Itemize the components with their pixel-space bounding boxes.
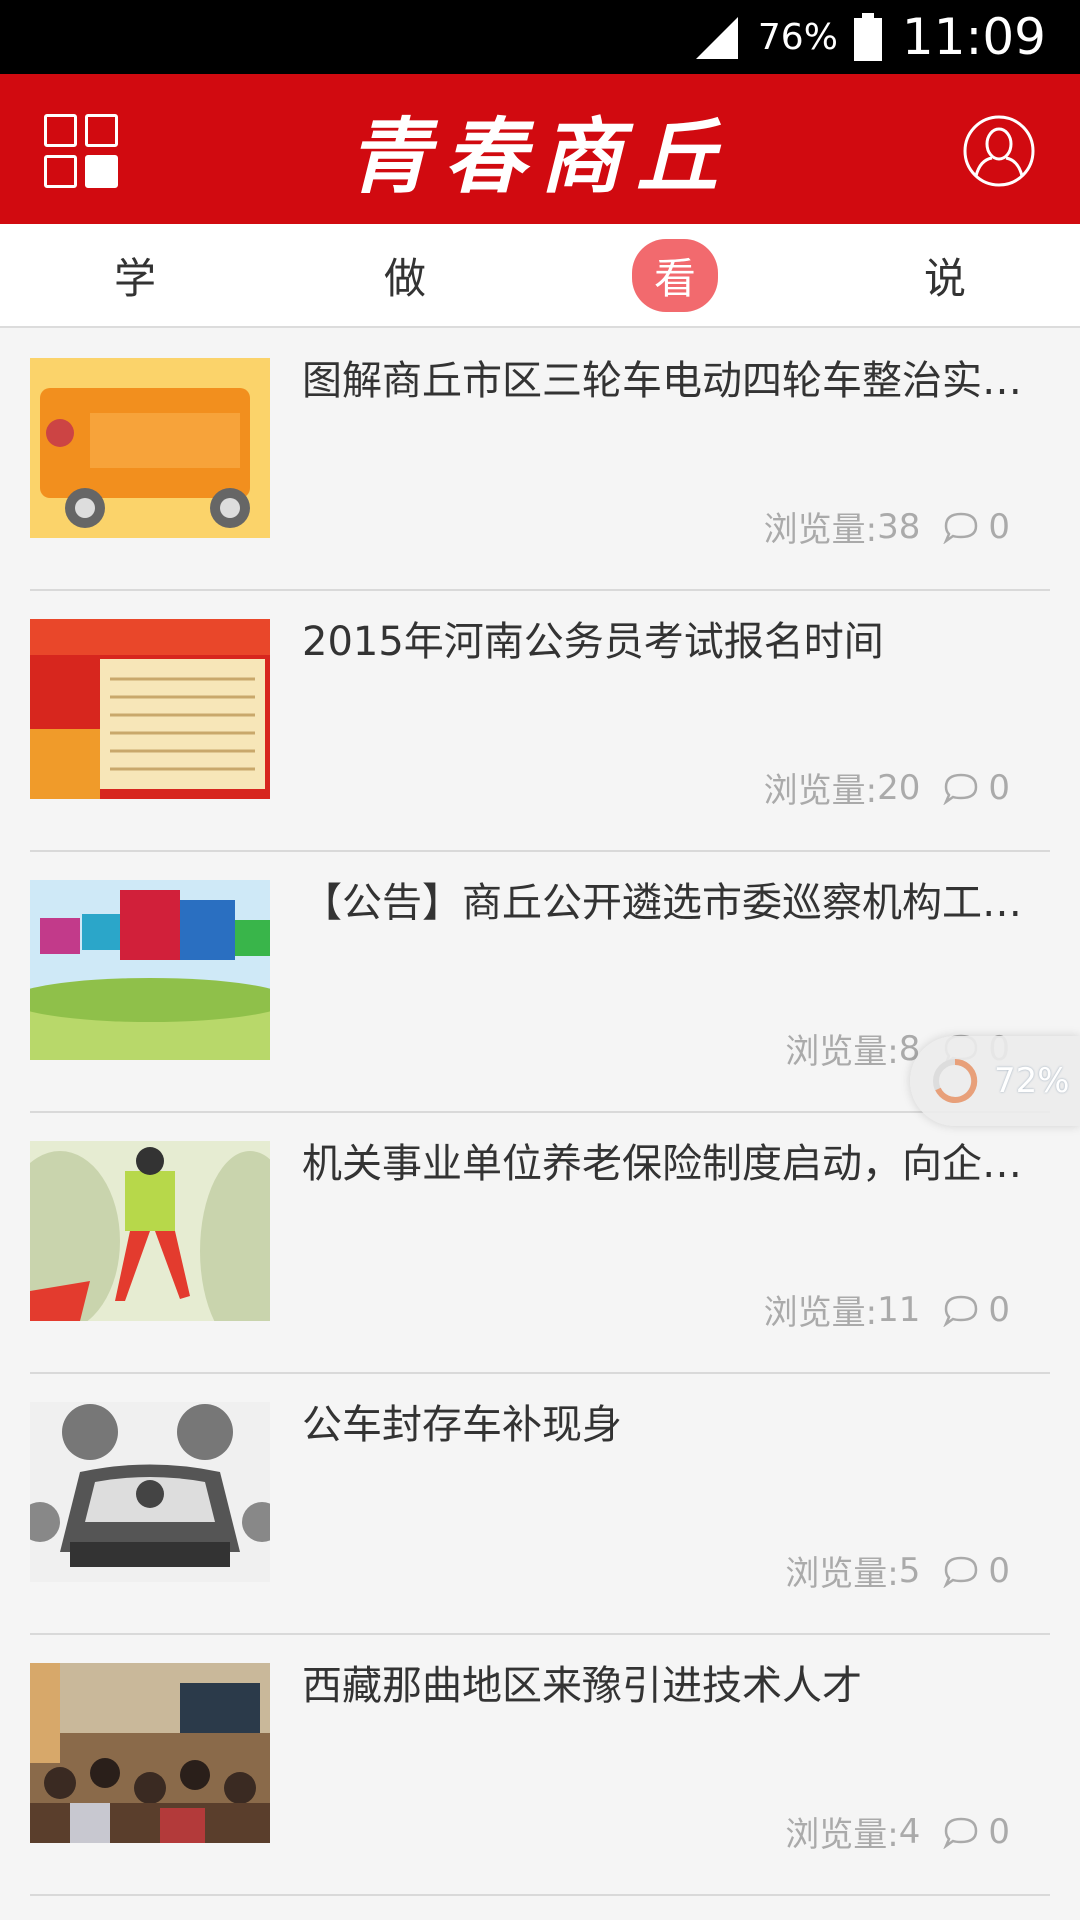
tab-do[interactable]: 做	[270, 224, 540, 326]
article-title: 图解商丘市区三轮车电动四轮车整治实施意见	[302, 358, 1054, 404]
article-list: 图解商丘市区三轮车电动四轮车整治实施意见 浏览量: 38 0 2015年河南公务…	[0, 330, 1080, 1896]
thumbnail	[30, 1141, 270, 1321]
floating-loader[interactable]: 72%	[910, 1036, 1080, 1126]
tab-watch[interactable]: 看	[540, 224, 810, 326]
thumbnail	[30, 1402, 270, 1582]
tab-learn[interactable]: 学	[0, 224, 270, 326]
article-title: 西藏那曲地区来豫引进技术人才	[302, 1663, 862, 1709]
status-bar: 76% 11:09	[0, 0, 1080, 74]
tab-bar: 学 做 看 说	[0, 224, 1080, 328]
clock: 11:09	[901, 8, 1046, 66]
signal-icon	[695, 17, 738, 59]
comment-count: 0	[988, 1811, 1010, 1852]
loader-percent: 72%	[994, 1061, 1070, 1101]
article-title: 【公告】商丘公开遴选市委巡察机构工作人员	[302, 880, 1054, 926]
comment-icon	[943, 1817, 978, 1849]
list-item[interactable]: 机关事业单位养老保险制度启动，向企业职工看齐 浏览量: 11 0	[30, 1113, 1054, 1374]
article-meta: 浏览量: 5 0	[785, 1550, 1010, 1595]
view-count: 20	[877, 767, 921, 808]
list-item[interactable]: 2015年河南公务员考试报名时间 浏览量: 20 0	[30, 591, 1050, 852]
thumbnail	[30, 1663, 270, 1843]
tab-speak[interactable]: 说	[810, 224, 1080, 326]
article-title: 2015年河南公务员考试报名时间	[302, 619, 884, 665]
list-item[interactable]: 图解商丘市区三轮车电动四轮车整治实施意见 浏览量: 38 0	[30, 330, 1054, 591]
battery-percent: 76%	[757, 16, 838, 58]
brand-logo: 青春商丘	[348, 108, 732, 205]
thumbnail	[30, 880, 270, 1060]
spinner-icon	[933, 1058, 978, 1103]
article-title: 机关事业单位养老保险制度启动，向企业职工看齐	[302, 1141, 1054, 1187]
comment-icon	[943, 1556, 978, 1588]
list-item[interactable]: 西藏那曲地区来豫引进技术人才 浏览量: 4 0	[30, 1635, 1050, 1896]
article-meta: 浏览量: 38 0	[763, 506, 1010, 551]
comment-count: 0	[988, 506, 1010, 547]
article-meta: 浏览量: 11 0	[763, 1289, 1010, 1334]
article-meta: 浏览量: 4 0	[785, 1811, 1010, 1856]
user-profile-icon[interactable]	[962, 114, 1036, 188]
thumbnail	[30, 358, 270, 538]
status-indicators: 76% 11:09	[692, 0, 1046, 74]
comment-icon	[943, 512, 978, 544]
view-count: 5	[898, 1550, 921, 1591]
article-title: 公车封存车补现身	[302, 1402, 622, 1448]
comment-count: 0	[988, 1289, 1010, 1330]
comment-count: 0	[988, 1550, 1010, 1591]
list-item[interactable]: 【公告】商丘公开遴选市委巡察机构工作人员 浏览量: 8 0	[30, 852, 1054, 1113]
comment-count: 0	[988, 767, 1010, 808]
view-count: 4	[898, 1811, 921, 1852]
article-meta: 浏览量: 20 0	[763, 767, 1010, 812]
comment-icon	[943, 1295, 978, 1327]
view-count: 11	[877, 1289, 921, 1330]
battery-icon	[853, 13, 882, 61]
app-header: 青春商丘	[0, 74, 1080, 224]
list-item[interactable]: 公车封存车补现身 浏览量: 5 0	[30, 1374, 1050, 1635]
thumbnail	[30, 619, 270, 799]
comment-icon	[943, 773, 978, 805]
view-count: 38	[877, 506, 921, 547]
